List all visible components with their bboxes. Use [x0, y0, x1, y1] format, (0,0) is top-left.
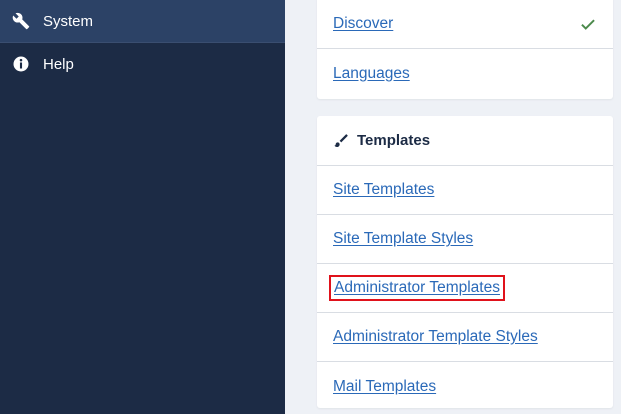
card-header: Templates — [317, 116, 613, 166]
administrator-template-styles-link[interactable]: Administrator Template Styles — [333, 328, 538, 346]
info-icon — [11, 54, 31, 74]
brush-icon — [333, 133, 349, 149]
check-icon — [579, 15, 597, 33]
sidebar-item-help[interactable]: Help — [0, 43, 285, 85]
sidebar-item-system[interactable]: System — [0, 0, 285, 42]
templates-card: Templates Site Templates Site Template S… — [317, 116, 613, 408]
discover-link[interactable]: Discover — [333, 15, 393, 33]
list-item: Discover — [317, 0, 613, 49]
list-item: Administrator Template Styles — [317, 313, 613, 362]
list-item: Administrator Templates — [317, 264, 613, 313]
mail-templates-link[interactable]: Mail Templates — [333, 378, 436, 396]
list-item: Site Template Styles — [317, 215, 613, 264]
system-links-card: Discover Languages — [317, 0, 613, 99]
list-item: Site Templates — [317, 166, 613, 215]
card-title: Templates — [357, 132, 431, 149]
sidebar: System Help — [0, 0, 285, 414]
languages-link[interactable]: Languages — [333, 65, 410, 83]
sidebar-item-label: Help — [43, 55, 74, 73]
list-item: Mail Templates — [317, 362, 613, 411]
site-templates-link[interactable]: Site Templates — [333, 181, 434, 199]
wrench-icon — [11, 11, 31, 31]
site-template-styles-link[interactable]: Site Template Styles — [333, 230, 473, 248]
sidebar-item-label: System — [43, 12, 94, 30]
main-content: Discover Languages Templates Site Templa… — [285, 0, 621, 414]
list-item: Languages — [317, 49, 613, 98]
administrator-templates-link[interactable]: Administrator Templates — [329, 275, 505, 301]
